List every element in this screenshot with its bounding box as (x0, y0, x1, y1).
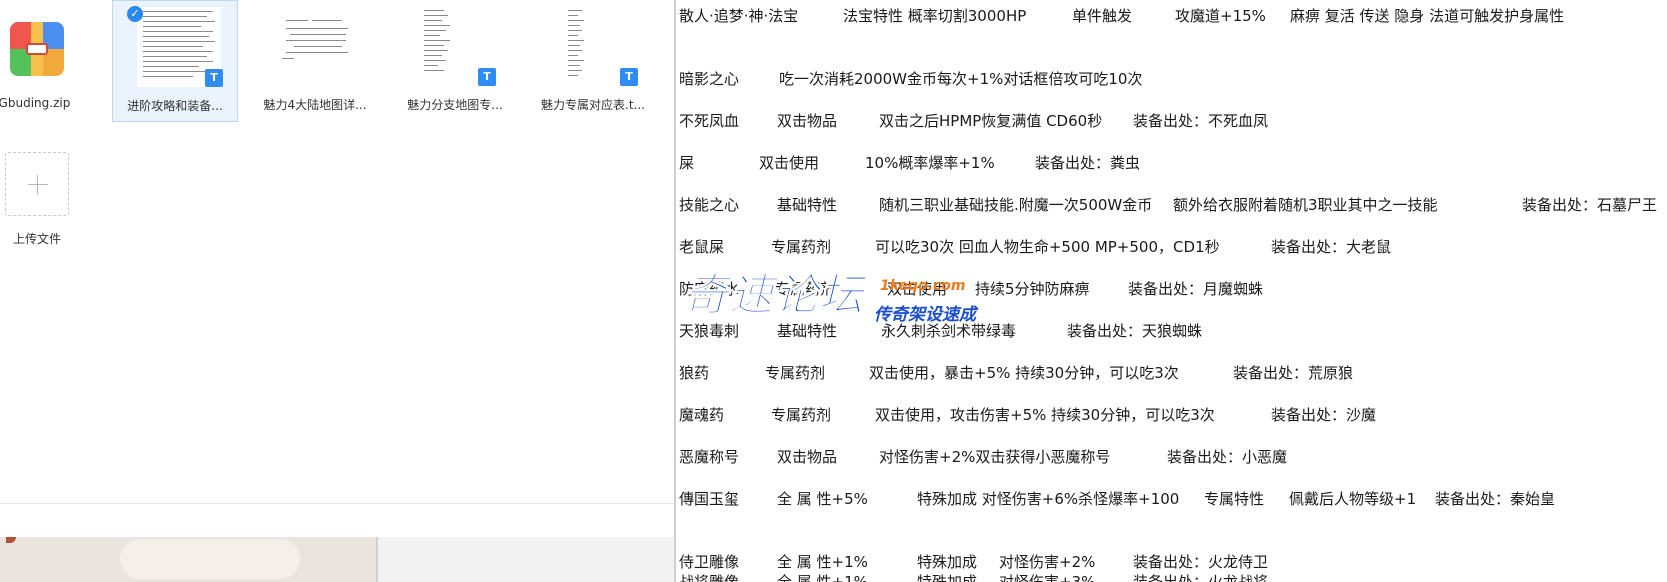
item-attribute: 可以吃30次 回血人物生命+500 MP+500，CD1秒 (875, 238, 1220, 256)
zip-archive-icon (10, 22, 64, 76)
file-item[interactable]: T 魅力分支地图专... (392, 0, 518, 122)
item-attribute: 全 属 性+1% (777, 553, 868, 571)
item-attribute: 单件触发 (1072, 7, 1133, 25)
item-attribute: 双击物品 (777, 448, 838, 466)
checkmark-icon[interactable]: ✓ (127, 6, 143, 22)
item-attribute: 专属药剂 (771, 238, 832, 256)
item-source: 装备出处：不死血凤 (1133, 112, 1269, 130)
file-item[interactable]: T 魅力专属对应表.t... (530, 0, 656, 122)
item-attribute: 专属药剂 (771, 406, 832, 424)
bottom-strip (0, 537, 674, 582)
file-name: 魅力专属对应表.t... (541, 98, 645, 112)
file-name: 魅力分支地图专... (407, 98, 503, 112)
item-attribute: 全 属 性+1% (777, 573, 868, 582)
item-attribute: 随机三职业基础技能.附魔一次500W金币 (879, 196, 1153, 214)
item-name: 老鼠屎 (679, 238, 725, 256)
item-name: 魔魂药 (679, 406, 725, 424)
item-attribute: 对怪伤害+2%双击获得小恶魔称号 (879, 448, 1111, 466)
document-thumbnail (276, 6, 360, 86)
item-attribute: 双击使用，攻击伤害+5% 持续30分钟，可以吃3次 (875, 406, 1215, 424)
item-source: 装备出处：石墓尸王 (1522, 196, 1658, 214)
item-name: 侍卫雕像 (679, 553, 740, 571)
item-attribute: 双击使用 (887, 280, 948, 298)
text-file-badge-icon: T (205, 69, 223, 87)
item-attribute: 持续5分钟防麻痹 (975, 280, 1090, 298)
file-item-selected[interactable]: ✓ T 进阶攻略和装备... (112, 0, 238, 122)
item-attribute: 永久刺杀剑术带绿毒 (881, 322, 1017, 340)
file-panel: FGbuding.zip ✓ T 进阶攻略和装备... (0, 0, 674, 537)
file-item-zip[interactable]: FGbuding.zip (0, 0, 106, 122)
item-source: 装备出处：火龙战将 (1133, 573, 1269, 582)
item-attribute: 攻魔道+15% (1175, 7, 1266, 25)
item-source: 装备出处：秦始皇 (1435, 490, 1556, 508)
divider (376, 537, 378, 582)
item-name: 傳国玉玺 (679, 490, 740, 508)
item-attribute: 额外给衣服附着随机3职业其中之一技能 (1173, 196, 1438, 214)
item-attribute: 麻痹 复活 传送 隐身 法道可触发护身属性 (1290, 7, 1565, 25)
item-attribute: 双击物品 (777, 112, 838, 130)
divider (0, 503, 674, 504)
file-name: 魅力4大陆地图详... (263, 98, 367, 112)
item-name: 狼药 (679, 364, 710, 382)
item-attribute: 基础特性 (777, 196, 838, 214)
upload-file-label: 上传文件 (12, 232, 61, 246)
item-attribute: 对怪伤害+2% (999, 553, 1096, 571)
item-source: 装备出处：小恶魔 (1167, 448, 1288, 466)
item-name: 不死凤血 (679, 112, 740, 130)
item-name: 暗影之心 (679, 70, 740, 88)
item-attribute: 专属特性 (1204, 490, 1265, 508)
background-photo (0, 537, 376, 582)
item-attribute: 特殊加成 (917, 553, 978, 571)
item-name: 防麻药水 (679, 280, 740, 298)
item-attribute: 基础特性 (777, 322, 838, 340)
item-attribute: 双击之后HPMP恢复满值 CD60秒 (879, 112, 1103, 130)
item-source: 装备出处：大老鼠 (1271, 238, 1392, 256)
item-attribute: 10%概率爆率+1% (865, 154, 995, 172)
item-name: 天狼毒刺 (679, 322, 740, 340)
item-source: 装备出处：荒原狼 (1233, 364, 1354, 382)
plus-icon (28, 184, 48, 185)
item-attribute: 吃一次消耗2000W金币每次+1%对话框倍攻可吃10次 (779, 70, 1143, 88)
item-source: 装备出处：天狼蜘蛛 (1067, 322, 1203, 340)
item-attribute: 对怪伤害+3% (999, 573, 1096, 582)
item-attribute: 全 属 性+5% (777, 490, 868, 508)
upload-file-button[interactable] (5, 152, 69, 216)
item-name: 恶魔称号 (679, 448, 740, 466)
item-name: 屎 (679, 154, 695, 172)
item-name: 散人·追梦·神·法宝 (679, 7, 799, 25)
text-document[interactable]: 散人·追梦·神·法宝 法宝特性 概率切割3000HP 单件触发 攻魔道+15% … (676, 0, 1667, 582)
text-file-badge-icon: T (620, 68, 638, 86)
item-attribute: 双击使用 (759, 154, 820, 172)
item-attribute: 专属药剂 (775, 280, 836, 298)
item-source: 装备出处：月魔蜘蛛 (1128, 280, 1264, 298)
file-name: FGbuding.zip (0, 96, 71, 110)
item-attribute: 佩戴后人物等级+1 (1289, 490, 1417, 508)
item-source: 装备出处：火龙侍卫 (1133, 553, 1269, 571)
item-attribute: 专属药剂 (765, 364, 826, 382)
item-source: 装备出处：粪虫 (1035, 154, 1141, 172)
item-attribute: 特殊加成 (917, 573, 978, 582)
item-attribute: 法宝特性 概率切割3000HP (843, 7, 1027, 25)
file-item[interactable]: 魅力4大陆地图详... (252, 0, 378, 122)
text-file-badge-icon: T (478, 68, 496, 86)
item-source: 装备出处：沙魔 (1271, 406, 1377, 424)
item-name: 战将雕像 (679, 573, 740, 582)
item-attribute: 双击使用，暴击+5% 持续30分钟，可以吃3次 (869, 364, 1179, 382)
file-name: 进阶攻略和装备... (127, 99, 223, 113)
item-attribute: 特殊加成 对怪伤害+6%杀怪爆率+100 (917, 490, 1180, 508)
item-name: 技能之心 (679, 196, 740, 214)
